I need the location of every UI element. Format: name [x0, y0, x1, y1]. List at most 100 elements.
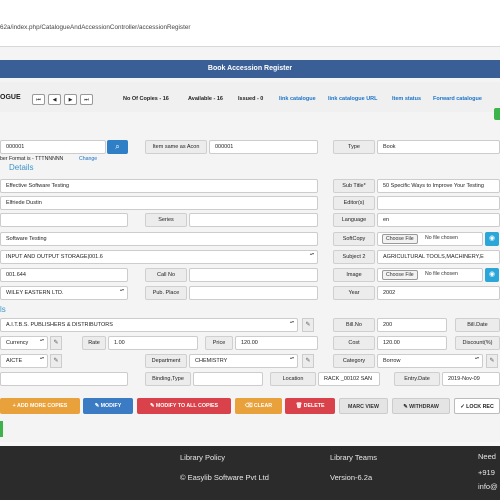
- department-label: Department: [145, 354, 187, 368]
- subtitle-label: Sub Title*: [333, 179, 375, 193]
- rate-label: Rate: [82, 336, 106, 350]
- title-input[interactable]: Effective Software Testing: [0, 179, 318, 193]
- search-icon[interactable]: ⌕: [107, 140, 128, 154]
- image-label: Image: [333, 268, 375, 282]
- series-input[interactable]: [189, 213, 318, 227]
- entry-date-input[interactable]: 2019-Nov-09: [442, 372, 500, 386]
- item-same-input[interactable]: 000001: [209, 140, 318, 154]
- subtitle-input[interactable]: 50 Specific Ways to Improve Your Testing: [377, 179, 500, 193]
- image-no-file-text: No file chosen: [425, 271, 458, 277]
- rate-input[interactable]: 1.00: [108, 336, 198, 350]
- link-catalogue-url-link[interactable]: link catalogue URL: [328, 96, 378, 102]
- item-status-link[interactable]: Item status: [392, 96, 421, 102]
- library-teams-link[interactable]: Library Teams: [330, 453, 377, 462]
- available-count: Available - 16: [188, 96, 223, 102]
- link-catalogue-link[interactable]: link catalogue: [279, 96, 316, 102]
- editors-label: Editor(s): [333, 196, 375, 210]
- edit-icon[interactable]: ✎: [302, 318, 314, 332]
- accession-number-input[interactable]: 000001: [0, 140, 106, 154]
- softcopy-choose-file-button[interactable]: Choose File: [382, 234, 418, 244]
- pub-place-label: Pub. Place: [145, 286, 187, 300]
- price-input[interactable]: 120.00: [235, 336, 318, 350]
- modify-button[interactable]: ✎ MODIFY: [83, 398, 133, 414]
- subject2-input[interactable]: AGRICULTURAL TOOLS,MACHINERY,E: [377, 250, 500, 264]
- softcopy-no-file-text: No file chosen: [425, 235, 458, 241]
- browser-url-text[interactable]: 62a/index.php/CatalogueAndAccessionContr…: [0, 24, 190, 31]
- purchase-section-heading: ls: [0, 305, 6, 314]
- language-label: Language: [333, 213, 375, 227]
- call-no-label: Call No: [145, 268, 187, 282]
- cost-input[interactable]: 120.00: [377, 336, 447, 350]
- edit-icon[interactable]: ✎: [302, 354, 314, 368]
- number-format-note: ber Format is - TTTNNNNN: [0, 156, 64, 162]
- category-dropdown[interactable]: Borrow: [377, 354, 483, 368]
- edit-icon[interactable]: ✎: [486, 354, 498, 368]
- image-choose-file-button[interactable]: Choose File: [382, 270, 418, 280]
- green-edge-button[interactable]: [0, 421, 3, 437]
- next-record-button[interactable]: ▶: [64, 94, 77, 105]
- forward-catalogue-link[interactable]: Forward catalogue: [433, 96, 482, 102]
- currency-dropdown[interactable]: Currency: [0, 336, 48, 350]
- year-label: Year: [333, 286, 375, 300]
- item-same-label: Item same as Acon: [145, 140, 207, 154]
- withdraw-button[interactable]: ✎ WITHDRAW: [392, 398, 450, 414]
- version-text: Version-6.2a: [330, 473, 373, 482]
- edit-icon[interactable]: ✎: [50, 354, 62, 368]
- entry-date-label: Entry.Date: [394, 372, 440, 386]
- price-label: Price: [205, 336, 233, 350]
- need-help-text: Need: [478, 452, 496, 461]
- issued-count: Issued - 0: [238, 96, 264, 102]
- clear-button[interactable]: ⌫ CLEAR: [235, 398, 282, 414]
- department-dropdown[interactable]: CHEMISTRY: [189, 354, 298, 368]
- publisher-dropdown[interactable]: WILEY EASTERN LTD.: [0, 286, 128, 300]
- subject-input[interactable]: Software Testing: [0, 232, 318, 246]
- email-text: info@: [478, 482, 498, 491]
- vendor-dropdown[interactable]: A.I.T.B.S. PUBLISHERS & DISTRIBUTORS: [0, 318, 298, 332]
- bill-date-label: Bill.Date: [455, 318, 500, 332]
- first-record-button[interactable]: ⏮: [32, 94, 45, 105]
- pub-place-input[interactable]: [189, 286, 318, 300]
- change-format-link[interactable]: Change: [79, 156, 97, 162]
- category-label: Category: [333, 354, 375, 368]
- page-title: Book Accession Register: [207, 65, 293, 72]
- copies-count: No Of Copies - 16: [123, 96, 169, 102]
- type-label: Type: [333, 140, 375, 154]
- budget-dropdown[interactable]: AICTE: [0, 354, 48, 368]
- eye-icon[interactable]: ◉: [485, 268, 499, 282]
- bill-no-label: Bill.No: [333, 318, 375, 332]
- location-label: Location: [270, 372, 316, 386]
- binding-type-label: Binding,Type: [145, 372, 191, 386]
- details-section-heading: Details: [9, 163, 34, 172]
- type-input[interactable]: Book: [377, 140, 500, 154]
- add-more-copies-button[interactable]: + ADD MORE COPIES: [0, 398, 80, 414]
- softcopy-label: SoftCopy: [333, 232, 375, 246]
- delete-button[interactable]: 🗑 DELETE: [285, 398, 335, 414]
- remarks-input[interactable]: [0, 372, 128, 386]
- language-input[interactable]: en: [377, 213, 500, 227]
- subject2-label: Subject 2: [333, 250, 375, 264]
- class-number-input[interactable]: 001.644: [0, 268, 128, 282]
- previous-record-button[interactable]: ◀: [48, 94, 61, 105]
- bill-no-input[interactable]: 200: [377, 318, 447, 332]
- last-record-button[interactable]: ⏭: [80, 94, 93, 105]
- modify-all-copies-button[interactable]: ✎ MODIFY TO ALL COPIES: [137, 398, 231, 414]
- call-no-input[interactable]: [189, 268, 318, 282]
- binding-type-input[interactable]: [193, 372, 263, 386]
- year-input[interactable]: 2002: [377, 286, 500, 300]
- edition-input[interactable]: [0, 213, 128, 227]
- edit-icon[interactable]: ✎: [50, 336, 62, 350]
- series-label: Series: [145, 213, 187, 227]
- phone-text: +919: [478, 468, 495, 477]
- copyright-text: © Easylib Software Pvt Ltd: [180, 473, 269, 482]
- marc-view-button[interactable]: MARC VIEW: [339, 398, 388, 414]
- location-input[interactable]: RACK _00102 SAN: [318, 372, 380, 386]
- lock-record-button[interactable]: ✓ LOCK REC: [454, 398, 500, 414]
- library-policy-link[interactable]: Library Policy: [180, 453, 225, 462]
- green-side-button[interactable]: [494, 108, 500, 120]
- editors-input[interactable]: [377, 196, 500, 210]
- author-input[interactable]: Elfriede Dustin: [0, 196, 318, 210]
- catalogue-heading: OGUE: [0, 94, 21, 101]
- cost-label: Cost: [333, 336, 375, 350]
- eye-icon[interactable]: ◉: [485, 232, 499, 246]
- subject-dropdown[interactable]: INPUT AND OUTPUT STORAGE|001.6: [0, 250, 318, 264]
